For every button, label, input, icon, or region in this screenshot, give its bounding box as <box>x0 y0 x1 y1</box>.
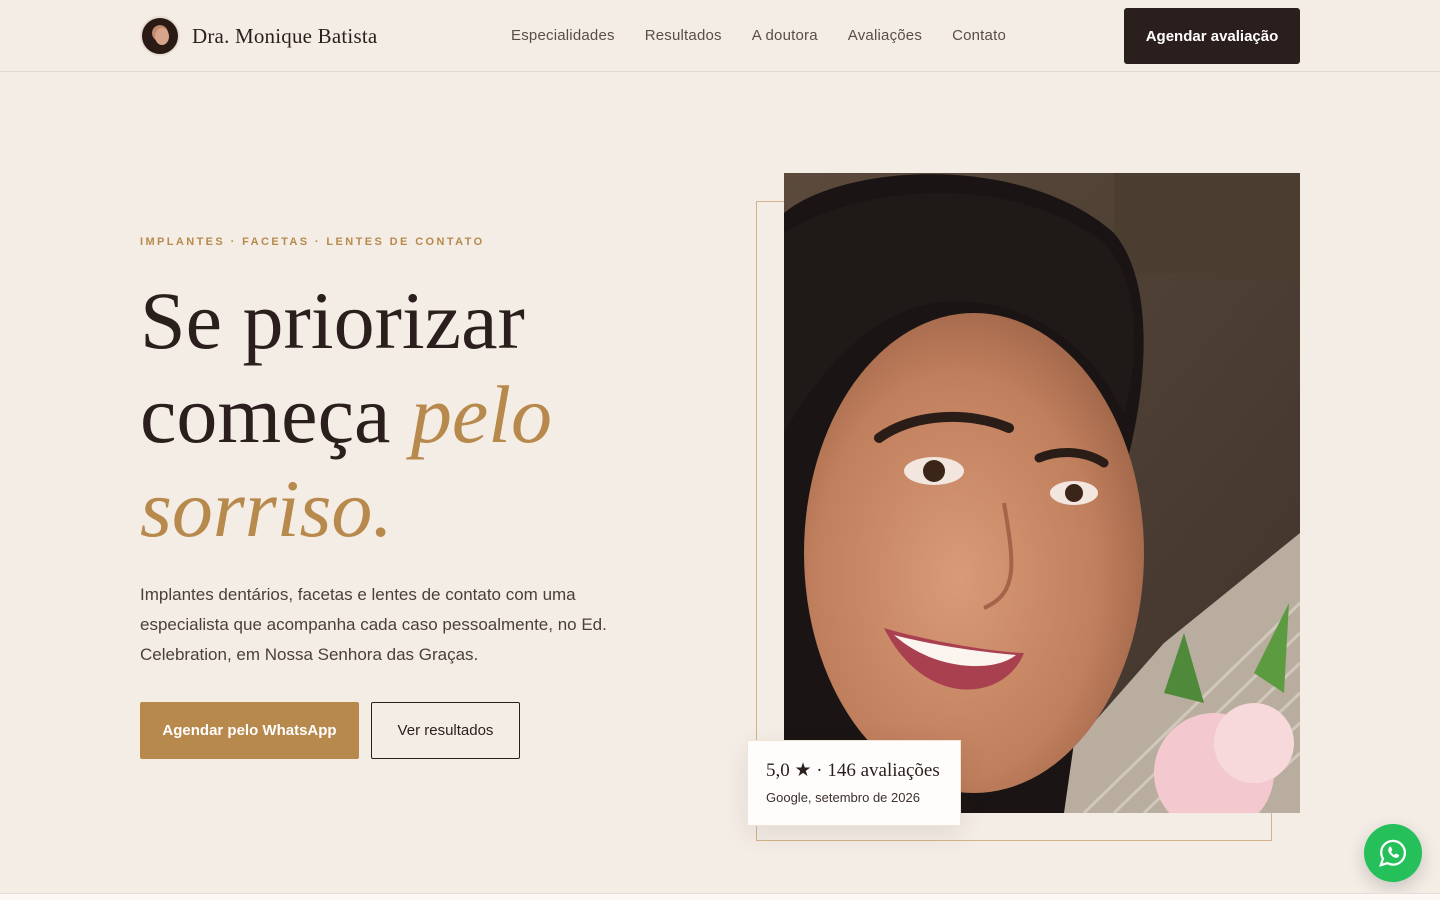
brand-name: Dra. Monique Batista <box>192 23 378 48</box>
next-section-edge <box>0 893 1440 900</box>
rating-card: 5,0 ★ · 146 avaliações Google, setembro … <box>747 740 961 826</box>
headline-accent-1: pelo <box>410 369 553 460</box>
nav-a-doutora[interactable]: A doutora <box>752 27 818 44</box>
rating-headline: 5,0 ★ · 146 avaliações <box>766 760 940 781</box>
doctor-avatar <box>140 16 180 56</box>
nav-avaliacoes[interactable]: Avaliações <box>848 27 922 44</box>
hero-headline: Se priorizar começa pelo sorriso. <box>140 274 660 556</box>
headline-line-2: começa <box>140 369 391 460</box>
brand[interactable]: Dra. Monique Batista <box>140 16 377 56</box>
hero-lead: Implantes dentários, facetas e lentes de… <box>140 585 607 664</box>
view-results-button[interactable]: Ver resultados <box>371 702 520 759</box>
whatsapp-icon <box>1379 839 1407 867</box>
site-header: Dra. Monique Batista Especialidades Resu… <box>0 0 1440 72</box>
hero-eyebrow: IMPLANTES · FACETAS · LENTES DE CONTATO <box>140 236 485 248</box>
nav-contato[interactable]: Contato <box>952 27 1006 44</box>
schedule-evaluation-button[interactable]: Agendar avaliação <box>1124 8 1300 64</box>
portrait-illustration <box>784 173 1300 813</box>
headline-accent-2: sorriso. <box>140 463 393 554</box>
whatsapp-floating-button[interactable] <box>1364 824 1422 882</box>
whatsapp-schedule-button[interactable]: Agendar pelo WhatsApp <box>140 702 359 759</box>
headline-line-1: Se priorizar <box>140 275 525 366</box>
main-nav: Especialidades Resultados A doutora Aval… <box>511 27 1006 44</box>
nav-especialidades[interactable]: Especialidades <box>511 27 615 44</box>
doctor-portrait-photo <box>784 173 1300 813</box>
rating-source: Google, setembro de 2026 <box>766 790 920 805</box>
nav-resultados[interactable]: Resultados <box>645 27 722 44</box>
